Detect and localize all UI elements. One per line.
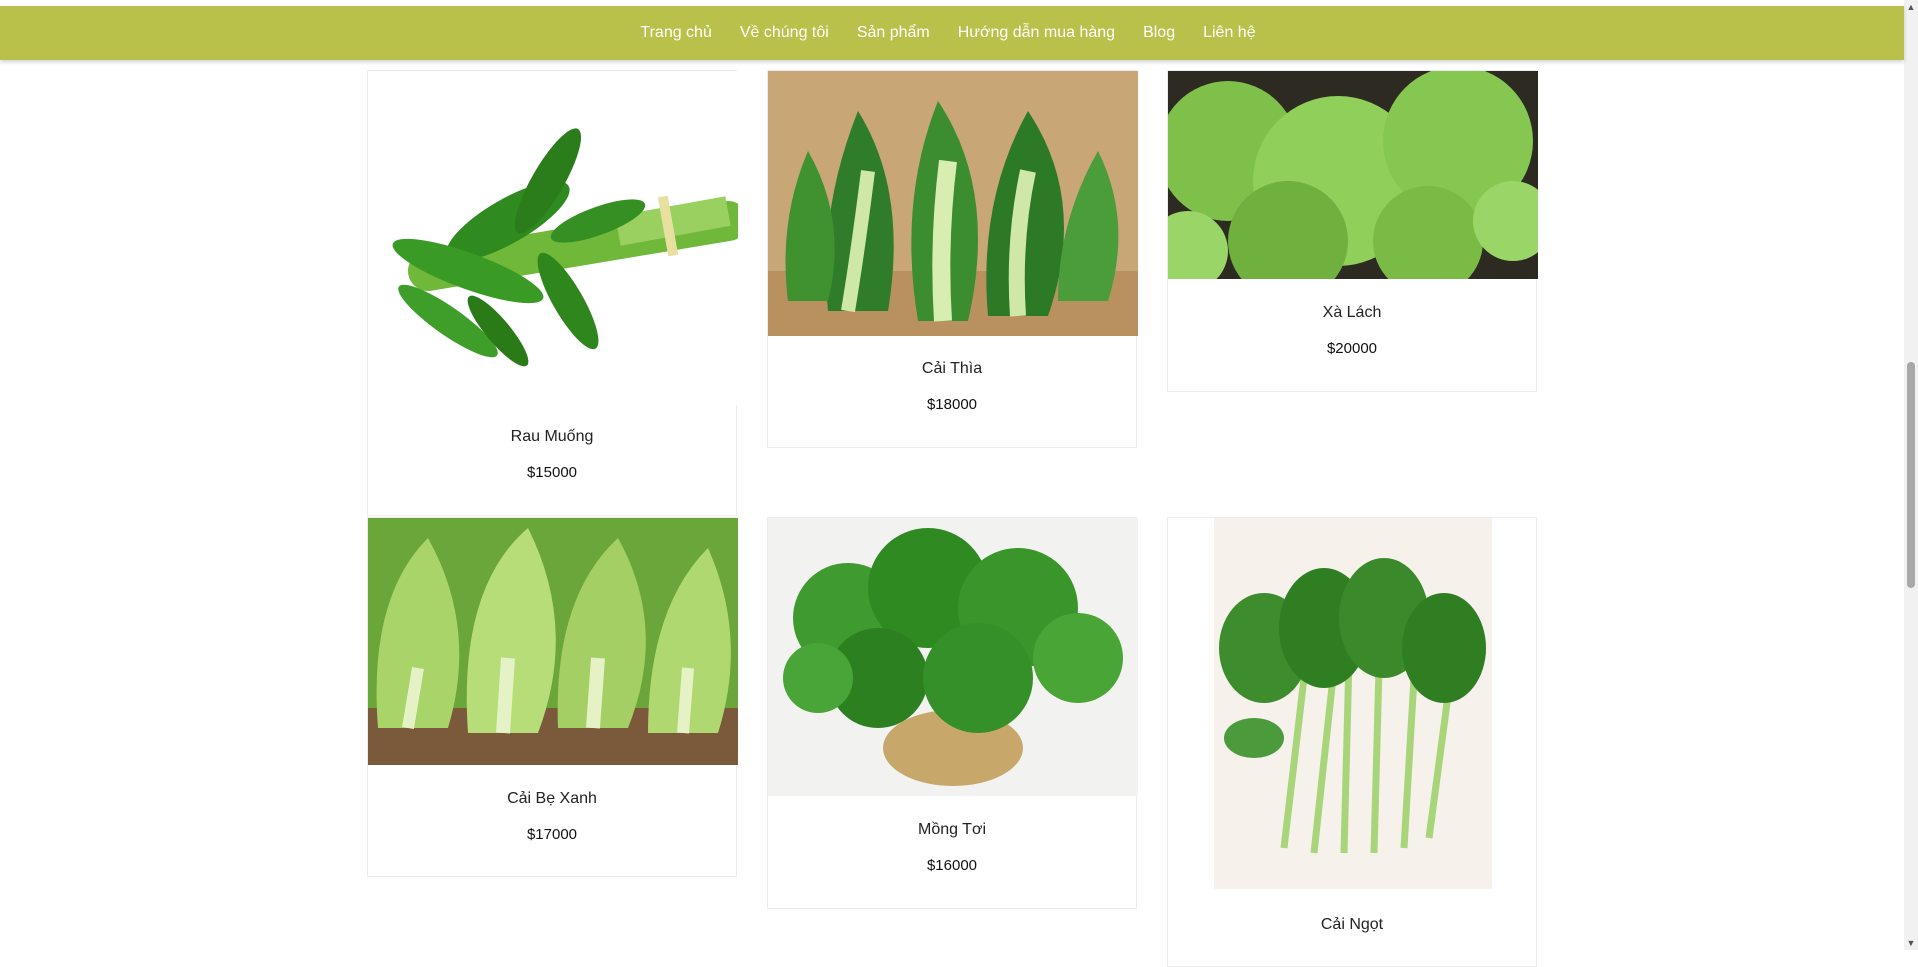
- product-name[interactable]: Xà Lách: [1168, 304, 1536, 322]
- product-card[interactable]: Mồng Tơi $16000: [767, 517, 1138, 909]
- scroll-up-icon[interactable]: ▲: [1904, 0, 1918, 14]
- lettuce-image[interactable]: [1168, 71, 1538, 279]
- product-name[interactable]: Cải Bẹ Xanh: [368, 790, 736, 808]
- product-price: $17000: [526, 826, 578, 843]
- scroll-down-icon[interactable]: ▼: [1904, 936, 1918, 950]
- main-nav: Trang chủ Về chúng tôi Sản phẩm Hướng dẫ…: [0, 6, 1904, 60]
- nav-blog[interactable]: Blog: [1143, 24, 1175, 42]
- choy-sum-image[interactable]: [1214, 518, 1492, 889]
- product-price: $18000: [926, 396, 978, 413]
- page-scrollbar[interactable]: ▲ ▼: [1904, 0, 1918, 950]
- product-name[interactable]: Mồng Tơi: [768, 821, 1136, 839]
- product-name[interactable]: Cải Thìa: [768, 360, 1136, 378]
- nav-home[interactable]: Trang chủ: [640, 24, 711, 42]
- product-card[interactable]: Cải Ngọt: [1167, 517, 1537, 967]
- product-price: $15000: [526, 464, 578, 481]
- product-card[interactable]: Xà Lách $20000: [1167, 70, 1538, 392]
- product-card[interactable]: Cải Bẹ Xanh $17000: [367, 517, 738, 877]
- nav-buying-guide[interactable]: Hướng dẫn mua hàng: [958, 24, 1115, 42]
- nav-contact[interactable]: Liên hệ: [1203, 24, 1256, 42]
- nav-about[interactable]: Về chúng tôi: [740, 24, 829, 42]
- product-name[interactable]: Rau Muống: [368, 428, 736, 446]
- water-spinach-image[interactable]: [368, 71, 738, 405]
- mustard-greens-image[interactable]: [368, 518, 738, 765]
- malabar-spinach-image[interactable]: [768, 518, 1138, 796]
- product-price: $16000: [926, 857, 978, 874]
- product-card[interactable]: Rau Muống $15000: [367, 70, 738, 516]
- bok-choy-image[interactable]: [768, 71, 1138, 336]
- scrollbar-thumb[interactable]: [1907, 362, 1915, 588]
- nav-products[interactable]: Sản phẩm: [857, 24, 930, 42]
- product-price: $20000: [1326, 340, 1378, 357]
- product-name[interactable]: Cải Ngọt: [1168, 916, 1536, 934]
- product-card[interactable]: Cải Thìa $18000: [767, 70, 1138, 448]
